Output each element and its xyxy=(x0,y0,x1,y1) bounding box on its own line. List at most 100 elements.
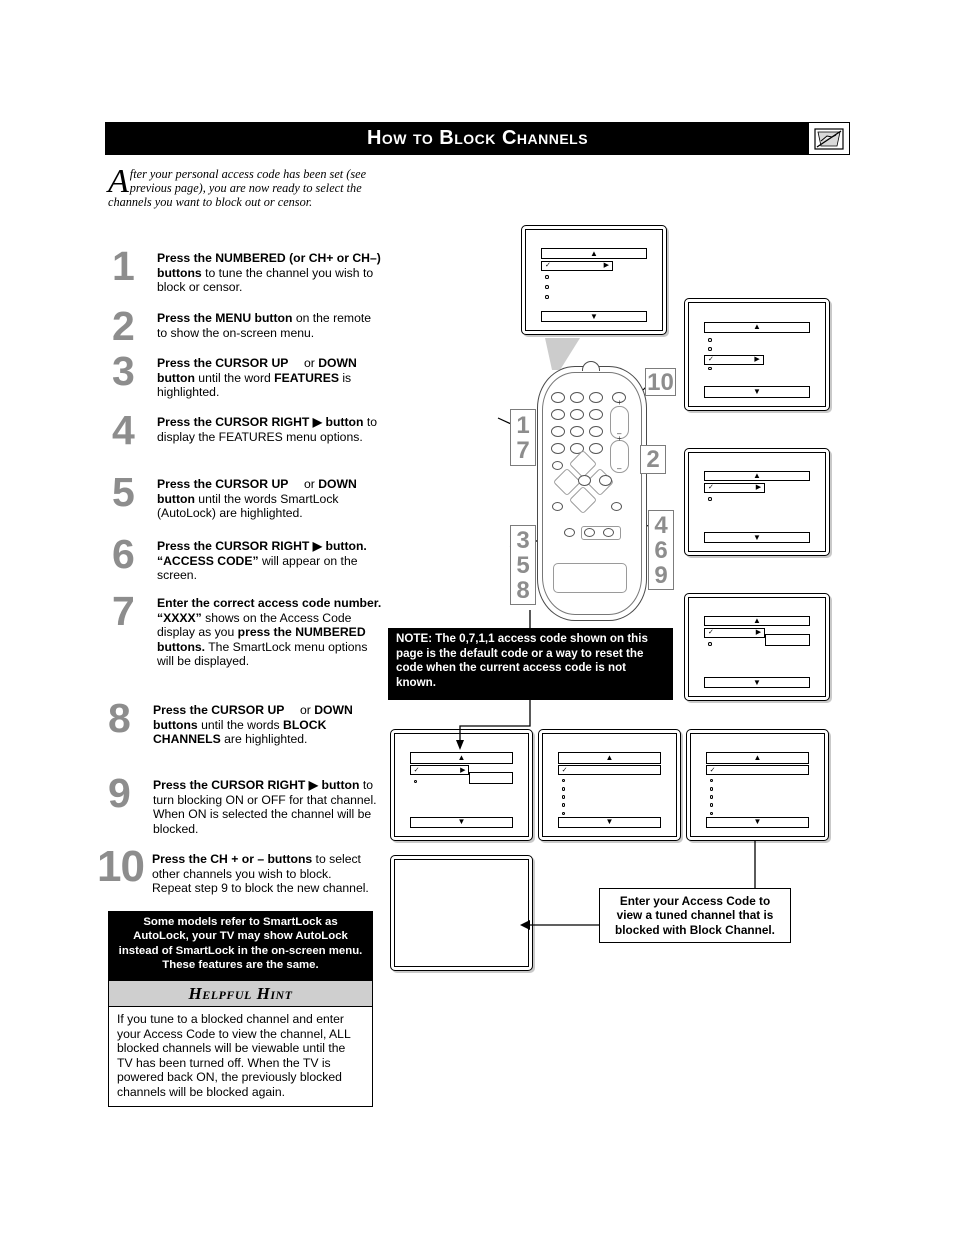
tv-screen-features-menu: ▲ ✓ ▶ ▼ xyxy=(684,298,830,411)
remote-number-button[interactable] xyxy=(589,392,603,403)
tv-inner-frame: ▲ ✓ ▶ ▼ xyxy=(688,452,826,552)
tv-inner-frame xyxy=(394,859,529,967)
callout-10: 10 xyxy=(645,368,676,396)
tv-inner-frame: ▲ ✓ ▶ ▼ xyxy=(525,229,663,331)
menu-scroll-up-bar: ▲ xyxy=(540,248,648,259)
helpful-hint-heading: Helpful Hint xyxy=(109,981,372,1007)
check-icon: ✓ xyxy=(561,766,568,774)
menu-bullet xyxy=(709,778,714,783)
tv-screen-channel-list-a: ▲ ✓ ▼ xyxy=(538,729,681,841)
up-arrow-icon: ▲ xyxy=(753,616,761,625)
tv-inner-frame: ▲ ✓ ▶ ▼ xyxy=(394,733,529,837)
remote-number-button[interactable] xyxy=(551,443,565,454)
step-text: Press the CURSOR UP or DOWN button until… xyxy=(157,356,357,400)
right-arrow-icon: ▶ xyxy=(754,356,760,364)
tv-screen-block-channels: ▲ ✓ ▶ ▼ xyxy=(390,729,533,841)
callout-value: 1 xyxy=(516,411,530,439)
remote-number-button[interactable] xyxy=(589,409,603,420)
remote-cursor-ok-button[interactable] xyxy=(578,475,591,486)
callout-3-5-8: 3 5 8 xyxy=(510,525,536,605)
menu-bullet xyxy=(708,347,712,351)
remote-menu-button[interactable] xyxy=(552,461,563,470)
menu-highlighted-row: ✓ xyxy=(705,765,810,776)
callout-value: 2 xyxy=(646,446,660,473)
menu-bullet xyxy=(545,275,549,279)
right-arrow-icon: ▶ xyxy=(755,629,762,637)
remote-number-button[interactable] xyxy=(570,392,584,403)
right-arrow-icon: ▶ xyxy=(755,484,762,492)
callout-value: 9 xyxy=(654,561,668,589)
step-number: 2 xyxy=(112,303,135,349)
remote-number-button[interactable] xyxy=(589,443,603,454)
remote-extra-button[interactable] xyxy=(552,502,563,511)
note-label: NOTE: xyxy=(396,632,433,645)
step-text: Press the CURSOR UP or DOWN buttons unti… xyxy=(153,703,353,747)
menu-bullet xyxy=(561,795,566,799)
menu-bullet xyxy=(413,779,418,784)
menu-highlighted-row: ✓ ▶ xyxy=(703,627,766,638)
step-number: 6 xyxy=(112,531,135,577)
remote-playback-button[interactable] xyxy=(603,528,614,537)
right-arrow-icon: ▶ xyxy=(603,262,610,269)
step-text: Press the CURSOR RIGHT ▶ button. “ACCESS… xyxy=(157,539,367,583)
remote-number-button[interactable] xyxy=(589,426,603,437)
step-number: 10 xyxy=(97,842,145,891)
remote-status-button[interactable] xyxy=(599,475,612,486)
blocked-tv-icon xyxy=(808,122,850,155)
remote-playback-button[interactable] xyxy=(564,528,575,537)
step-number: 8 xyxy=(108,695,131,741)
remote-number-button[interactable] xyxy=(570,409,584,420)
menu-bullet xyxy=(709,795,714,799)
menu-bullet xyxy=(708,338,712,342)
menu-scroll-up-bar: ▲ xyxy=(409,752,514,764)
menu-scroll-down-bar: ▼ xyxy=(705,816,810,828)
step-text: Press the MENU button on the remote to s… xyxy=(157,311,372,340)
access-code-callout-box: Enter your Access Code to view a tuned c… xyxy=(599,888,791,943)
tv-inner-frame: ▲ ✓ ▼ xyxy=(690,733,825,837)
remote-number-button[interactable] xyxy=(551,426,565,437)
up-arrow-icon: ▲ xyxy=(590,248,598,258)
callout-4-6-9: 4 6 9 xyxy=(648,510,674,590)
smartlock-autolock-note: Some models refer to SmartLock as AutoLo… xyxy=(108,911,373,980)
access-code-note-box: NOTE: The 0,7,1,1 access code shown on t… xyxy=(388,628,673,700)
tv-screen-menu-main: ▲ ✓ ▶ ▼ xyxy=(521,225,667,335)
tv-inner-frame: ▲ ✓ ▶ ▼ xyxy=(688,302,826,407)
helpful-hint-box: Helpful Hint If you tune to a blocked ch… xyxy=(108,980,373,1107)
menu-scroll-down-bar: ▼ xyxy=(703,677,811,689)
callout-value: 4 xyxy=(654,511,668,539)
menu-bullet xyxy=(561,803,566,807)
intro-dropcap: A xyxy=(108,163,129,200)
remote-number-button[interactable] xyxy=(570,426,584,437)
tv-screen-smartlock-menu: ▲ ✓ ▶ ▼ xyxy=(684,448,830,556)
helpful-hint-body: If you tune to a blocked channel and ent… xyxy=(117,1012,351,1099)
menu-highlighted-row: ✓ ▶ xyxy=(703,482,766,493)
down-arrow-icon: ▼ xyxy=(590,311,598,321)
remote-extra-button[interactable] xyxy=(611,502,622,511)
callout-value: 5 xyxy=(516,551,530,579)
menu-scroll-up-bar: ▲ xyxy=(703,470,811,482)
menu-scroll-up-bar: ▲ xyxy=(703,615,811,627)
step-number: 5 xyxy=(112,469,135,515)
menu-bullet xyxy=(709,787,714,791)
block-setting-box xyxy=(469,771,514,784)
step-number: 1 xyxy=(112,243,135,289)
callout-1-7: 1 7 xyxy=(510,409,536,466)
access-code-entry-box xyxy=(765,634,811,646)
check-icon: ✓ xyxy=(707,484,714,492)
menu-bullet xyxy=(709,811,714,816)
step-text: Press the CURSOR UP or DOWN button until… xyxy=(157,477,357,521)
down-arrow-icon: ▼ xyxy=(753,532,761,542)
remote-number-button[interactable] xyxy=(551,409,565,420)
check-icon: ✓ xyxy=(413,766,420,774)
check-icon: ✓ xyxy=(709,766,716,774)
menu-bullet xyxy=(561,811,566,816)
remote-number-button[interactable] xyxy=(551,392,565,403)
menu-highlighted-row: ✓ ▶ xyxy=(540,260,614,271)
menu-scroll-down-bar: ▼ xyxy=(540,311,648,322)
menu-highlighted-row: ✓ xyxy=(557,765,662,776)
step-text: Press the CH + or – buttons to select ot… xyxy=(152,852,369,896)
menu-scroll-up-bar: ▲ xyxy=(557,752,662,764)
remote-playback-button[interactable] xyxy=(584,528,595,537)
up-arrow-icon: ▲ xyxy=(753,471,761,480)
tv-inner-frame: ▲ ✓ ▶ ▼ xyxy=(688,597,826,697)
